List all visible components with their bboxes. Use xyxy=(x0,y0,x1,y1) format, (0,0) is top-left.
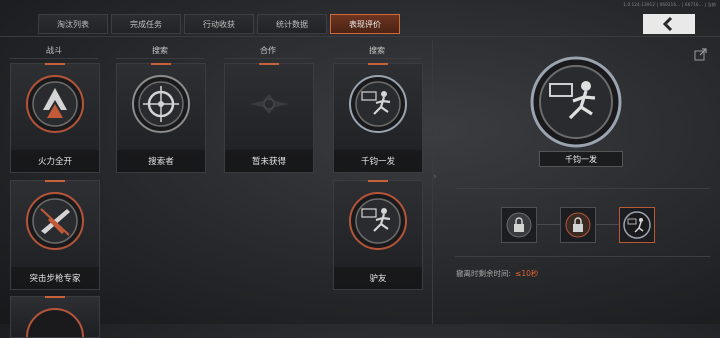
tab-statistics[interactable]: 统计数据 xyxy=(257,14,327,34)
crosshair-scope-icon xyxy=(132,75,190,133)
tab-elimination-list[interactable]: 淘汰列表 xyxy=(38,14,108,34)
running-man-timer-icon xyxy=(349,75,407,133)
card-accent xyxy=(368,180,388,182)
locked-emblem-icon xyxy=(249,94,289,114)
back-button[interactable] xyxy=(643,14,695,34)
column-header-cooperation: 合作 xyxy=(224,42,312,59)
share-button[interactable] xyxy=(694,46,708,61)
chevron-right-icon: › xyxy=(433,172,437,182)
tab-performance-review[interactable]: 表现评价 xyxy=(330,14,400,34)
tier-slot-1[interactable] xyxy=(501,207,537,243)
timer-label: 撤离时剩余时间: xyxy=(456,269,512,278)
tier-slot-3[interactable] xyxy=(619,207,655,243)
version-info: 1.0.124.13912 | 060216... | 66716... | 当… xyxy=(623,2,716,7)
running-man-timer-icon xyxy=(623,211,651,239)
detail-medal-icon xyxy=(530,56,622,148)
card-accent xyxy=(45,63,65,65)
card-accent xyxy=(45,296,65,298)
medal-card-traveler[interactable]: 驴友 xyxy=(333,180,423,290)
tab-operation-loot[interactable]: 行动收获 xyxy=(184,14,254,34)
column-header-search-2: 搜索 xyxy=(333,42,421,59)
column-header-combat: 战斗 xyxy=(10,42,98,59)
medal-partial-icon xyxy=(26,308,84,337)
chevron-left-icon xyxy=(662,17,673,31)
flame-chevron-icon xyxy=(26,75,84,133)
medal-card-rifle-expert[interactable]: 突击步枪专家 xyxy=(10,180,100,290)
tier-slot-2[interactable] xyxy=(560,207,596,243)
medal-card-not-obtained[interactable]: 暂未获得 xyxy=(224,63,314,173)
detail-divider-bottom xyxy=(455,256,710,257)
detail-medal-title: 千钧一发 xyxy=(539,151,623,167)
medal-label: 暂未获得 xyxy=(225,150,313,172)
timer-value: ≤10秒 xyxy=(515,269,539,278)
card-accent xyxy=(151,63,171,65)
header-divider xyxy=(0,36,720,37)
medal-label: 驴友 xyxy=(334,267,422,289)
tab-completed-tasks[interactable]: 完成任务 xyxy=(111,14,181,34)
lock-icon xyxy=(565,212,591,238)
tier-connector xyxy=(536,224,560,225)
panel-divider xyxy=(432,40,433,324)
medal-label: 火力全开 xyxy=(11,150,99,172)
medal-label: 突击步枪专家 xyxy=(11,267,99,289)
medal-card-close-call[interactable]: 千钧一发 xyxy=(333,63,423,173)
medal-label: 千钧一发 xyxy=(334,150,422,172)
tab-bar: 淘汰列表 完成任务 行动收获 统计数据 表现评价 xyxy=(38,14,400,34)
medal-card-fire-power[interactable]: 火力全开 xyxy=(10,63,100,173)
share-icon xyxy=(694,48,707,61)
evac-timer: 撤离时剩余时间: ≤10秒 xyxy=(456,268,538,279)
medal-card-searcher[interactable]: 搜索者 xyxy=(116,63,206,173)
medal-label: 搜索者 xyxy=(117,150,205,172)
rifle-icon xyxy=(26,192,84,250)
tier-connector xyxy=(595,224,619,225)
card-accent xyxy=(45,180,65,182)
running-man-timer-icon xyxy=(349,192,407,250)
card-accent xyxy=(368,63,388,65)
detail-divider-top xyxy=(455,188,710,189)
lock-icon xyxy=(506,212,532,238)
column-header-search: 搜索 xyxy=(116,42,204,59)
card-accent xyxy=(259,63,279,65)
medal-card-partial[interactable] xyxy=(10,296,100,338)
